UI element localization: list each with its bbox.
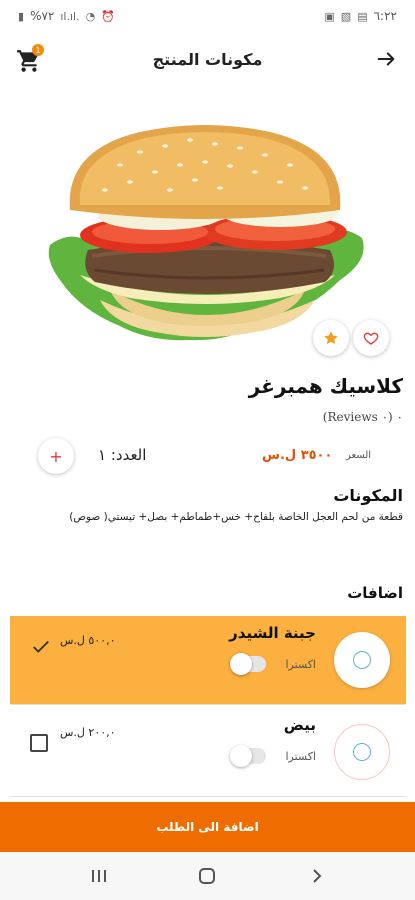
addition-price: ٢٠٠,٠ ل.س bbox=[60, 726, 116, 739]
toggle-knob bbox=[230, 653, 252, 675]
extra-toggle[interactable] bbox=[230, 653, 266, 675]
notification-icon: ▣ bbox=[324, 9, 335, 23]
back-arrow-icon bbox=[377, 52, 395, 66]
quantity-label: العدد: ١ bbox=[98, 446, 147, 464]
system-nav-bar bbox=[0, 852, 415, 900]
signal-icon: ıl.ıl. bbox=[60, 9, 80, 23]
recents-icon bbox=[92, 870, 106, 882]
addition-image-icon bbox=[353, 743, 371, 761]
addition-image bbox=[334, 724, 390, 780]
star-icon bbox=[324, 331, 338, 344]
addition-name: جبنة الشيدر bbox=[229, 624, 316, 642]
divider bbox=[10, 704, 406, 705]
status-bar: ▮ %٧٢ ıl.ıl. ◔ ⏰ ▣ ▧ ▤ ٦:٢٢ bbox=[0, 0, 415, 32]
addition-name: بيض bbox=[283, 716, 316, 734]
alarm-icon: ⏰ bbox=[101, 9, 115, 23]
addition-image-icon bbox=[353, 651, 371, 669]
product-image bbox=[48, 125, 364, 341]
addition-image bbox=[334, 632, 390, 688]
cart-button[interactable]: 1 bbox=[12, 44, 46, 74]
gallery-icon: ▧ bbox=[340, 9, 352, 23]
increase-quantity-button[interactable]: + bbox=[38, 438, 74, 474]
extra-label: اكسترا bbox=[285, 750, 316, 763]
check-icon[interactable] bbox=[30, 636, 52, 658]
status-left: ▮ %٧٢ ıl.ıl. ◔ ⏰ bbox=[18, 9, 115, 23]
wifi-icon: ◔ bbox=[85, 9, 96, 23]
plus-icon: + bbox=[49, 446, 63, 466]
price-label: السعر bbox=[346, 450, 372, 461]
product-name: كلاسيك همبرغر bbox=[248, 374, 403, 398]
status-right: ▣ ▧ ▤ ٦:٢٢ bbox=[324, 9, 397, 23]
quantity-price-row: + العدد: ١ ٣٥٠٠ ل.س السعر bbox=[0, 438, 415, 474]
recents-button[interactable] bbox=[88, 866, 110, 886]
nav-back-icon bbox=[313, 869, 322, 883]
cart-badge: 1 bbox=[32, 44, 44, 56]
heart-icon bbox=[363, 332, 379, 345]
nav-back-button[interactable] bbox=[306, 866, 328, 886]
battery-level: %٧٢ bbox=[30, 9, 55, 23]
battery-icon: ▮ bbox=[18, 9, 25, 23]
add-to-order-label: اضافة الى الطلب bbox=[156, 820, 259, 834]
app-bar: 1 مكونات المنتج bbox=[0, 36, 415, 82]
page-title: مكونات المنتج bbox=[152, 49, 263, 69]
extra-label: اكسترا bbox=[285, 658, 316, 671]
favorite-button[interactable] bbox=[353, 320, 389, 356]
divider bbox=[10, 796, 406, 797]
home-icon bbox=[199, 868, 215, 884]
back-button[interactable] bbox=[371, 44, 401, 74]
price-value: ٣٥٠٠ ل.س bbox=[262, 448, 333, 463]
home-button[interactable] bbox=[196, 866, 218, 886]
addition-item[interactable]: ٥٠٠,٠ ل.س جبنة الشيدر اكسترا bbox=[10, 616, 406, 704]
addition-item[interactable]: ٢٠٠,٠ ل.س بيض اكسترا bbox=[10, 708, 406, 796]
checkbox-icon[interactable] bbox=[30, 734, 48, 752]
toggle-knob bbox=[230, 745, 252, 767]
add-to-order-button[interactable]: اضافة الى الطلب bbox=[0, 802, 415, 852]
rate-button[interactable] bbox=[313, 320, 349, 356]
gallery2-icon: ▤ bbox=[357, 9, 368, 23]
status-time: ٦:٢٢ bbox=[373, 9, 397, 23]
extra-toggle[interactable] bbox=[230, 745, 266, 767]
ingredients-text: قطعة من لحم العجل الخاصة بلفاح+ خس+طماطم… bbox=[69, 511, 403, 523]
addition-price: ٥٠٠,٠ ل.س bbox=[60, 634, 116, 647]
reviews-count[interactable]: ٠ (٠ Reviews) bbox=[323, 410, 403, 424]
ingredients-title: المكونات bbox=[333, 486, 403, 505]
additions-title: اضافات bbox=[347, 584, 403, 602]
